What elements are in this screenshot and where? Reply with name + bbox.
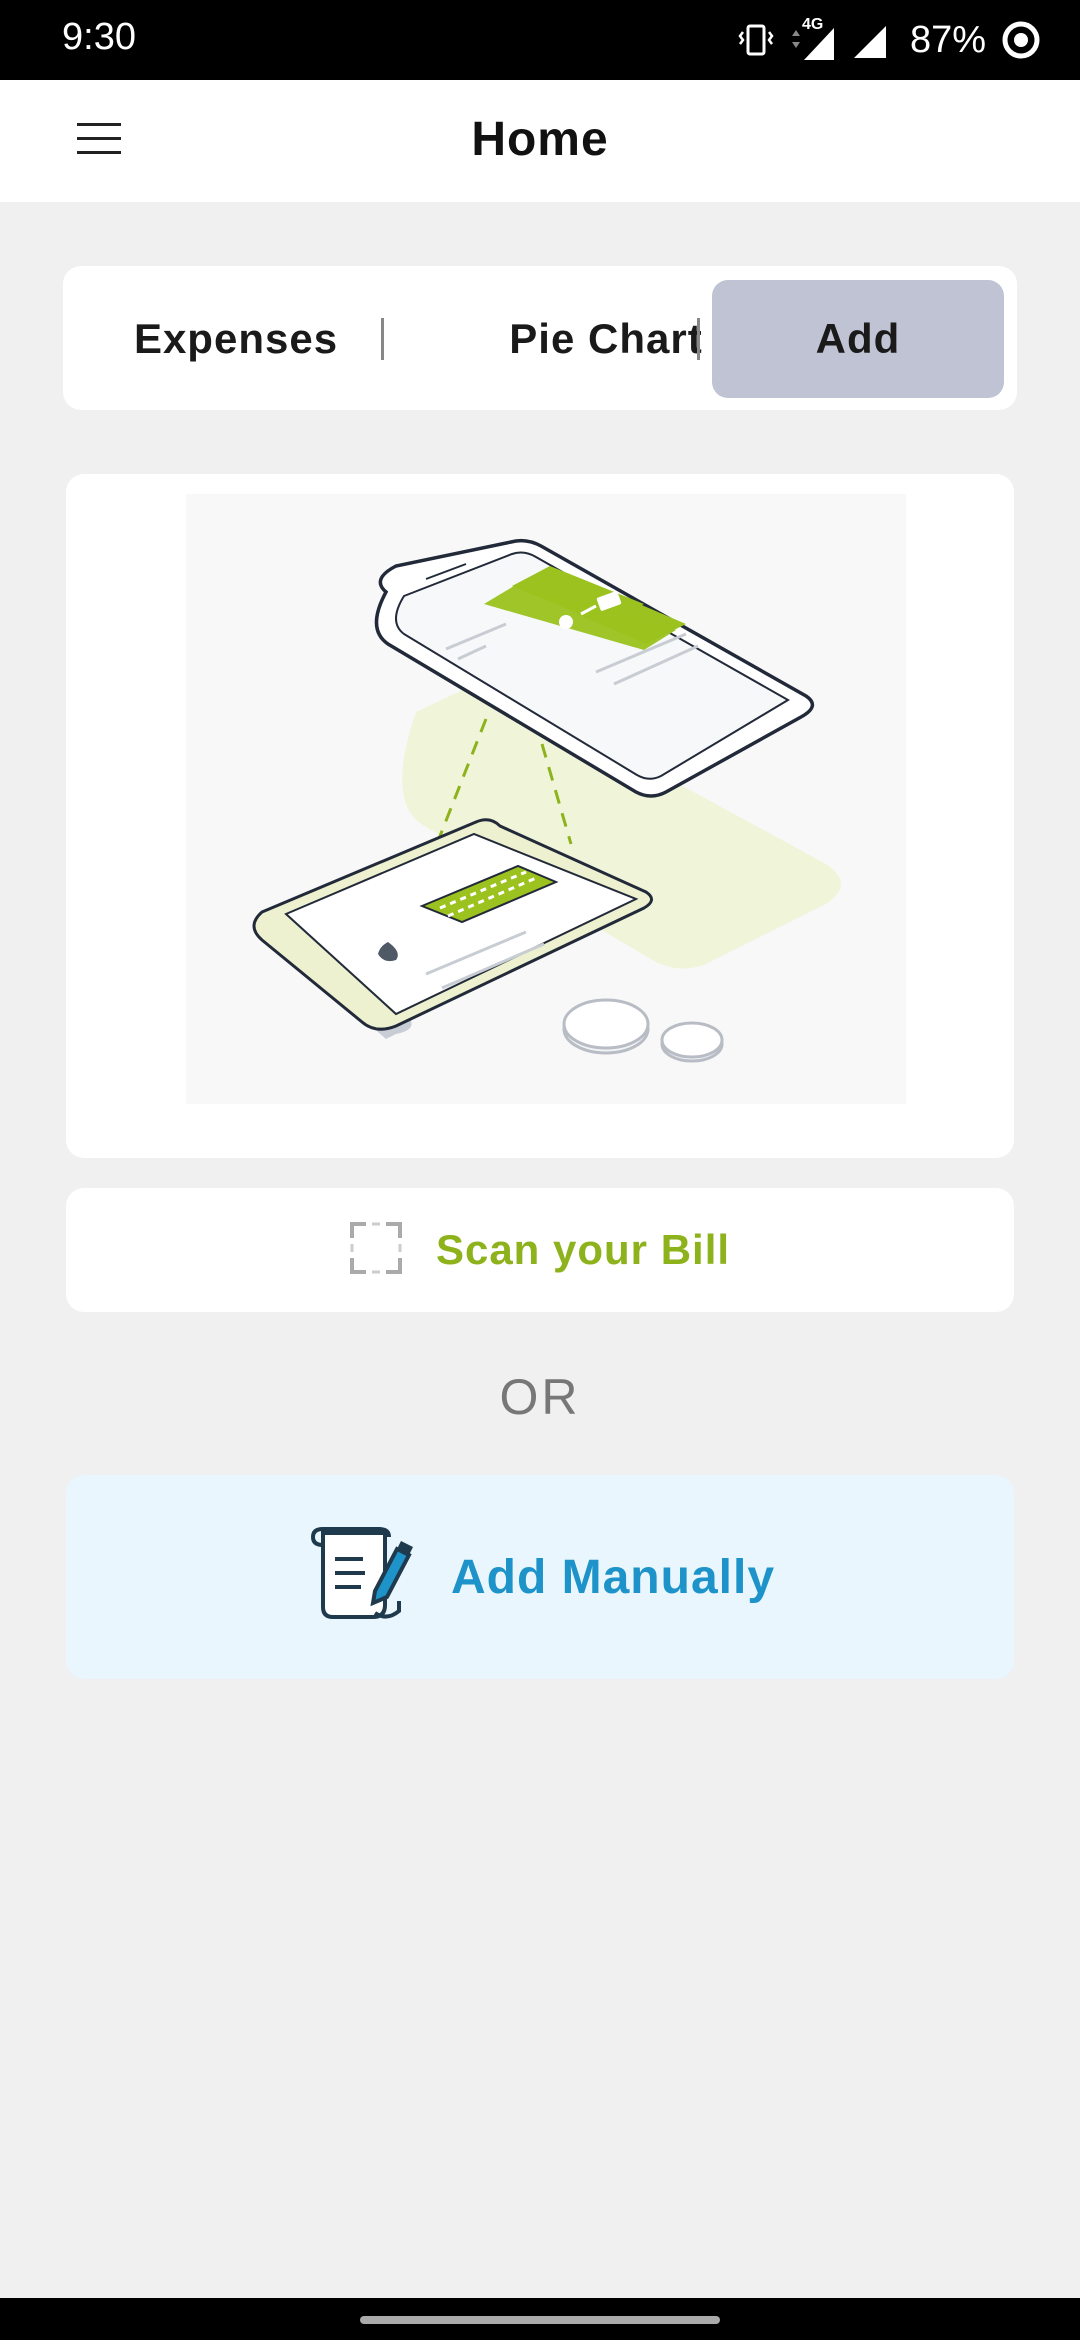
scan-bill-button[interactable]: Scan your Bill (66, 1188, 1014, 1312)
scan-frame-icon (349, 1221, 402, 1279)
tab-divider (697, 318, 700, 360)
network-type-label: 4G (801, 16, 824, 33)
add-manually-label: Add Manually (450, 1550, 776, 1604)
tab-add[interactable]: Add (712, 280, 1004, 398)
scan-bill-illustration (186, 494, 906, 1104)
app-bar: Home (0, 80, 1080, 202)
status-time: 9:30 (62, 16, 136, 58)
page-title: Home (471, 113, 609, 166)
or-separator: OR (499, 1369, 581, 1425)
tab-bar: Expenses Pie Chart Add (63, 266, 1017, 410)
status-icons: 4G 87% (738, 14, 1042, 66)
navigation-bar (0, 2298, 1080, 2340)
home-indicator[interactable] (360, 2316, 720, 2324)
battery-ring-icon (1000, 19, 1042, 61)
tab-divider (381, 318, 384, 360)
status-bar: 9:30 4G 87% (0, 0, 1080, 80)
document-pen-icon (305, 1525, 417, 1630)
vibrate-icon (738, 20, 774, 60)
tab-expenses[interactable]: Expenses (77, 280, 395, 398)
network-type-icon: 4G (788, 16, 836, 62)
battery-percentage: 87% (909, 18, 986, 61)
add-manually-button[interactable]: Add Manually (66, 1475, 1014, 1679)
signal-icon (850, 20, 890, 60)
scan-bill-label: Scan your Bill (435, 1226, 731, 1273)
illustration-card (66, 474, 1014, 1158)
